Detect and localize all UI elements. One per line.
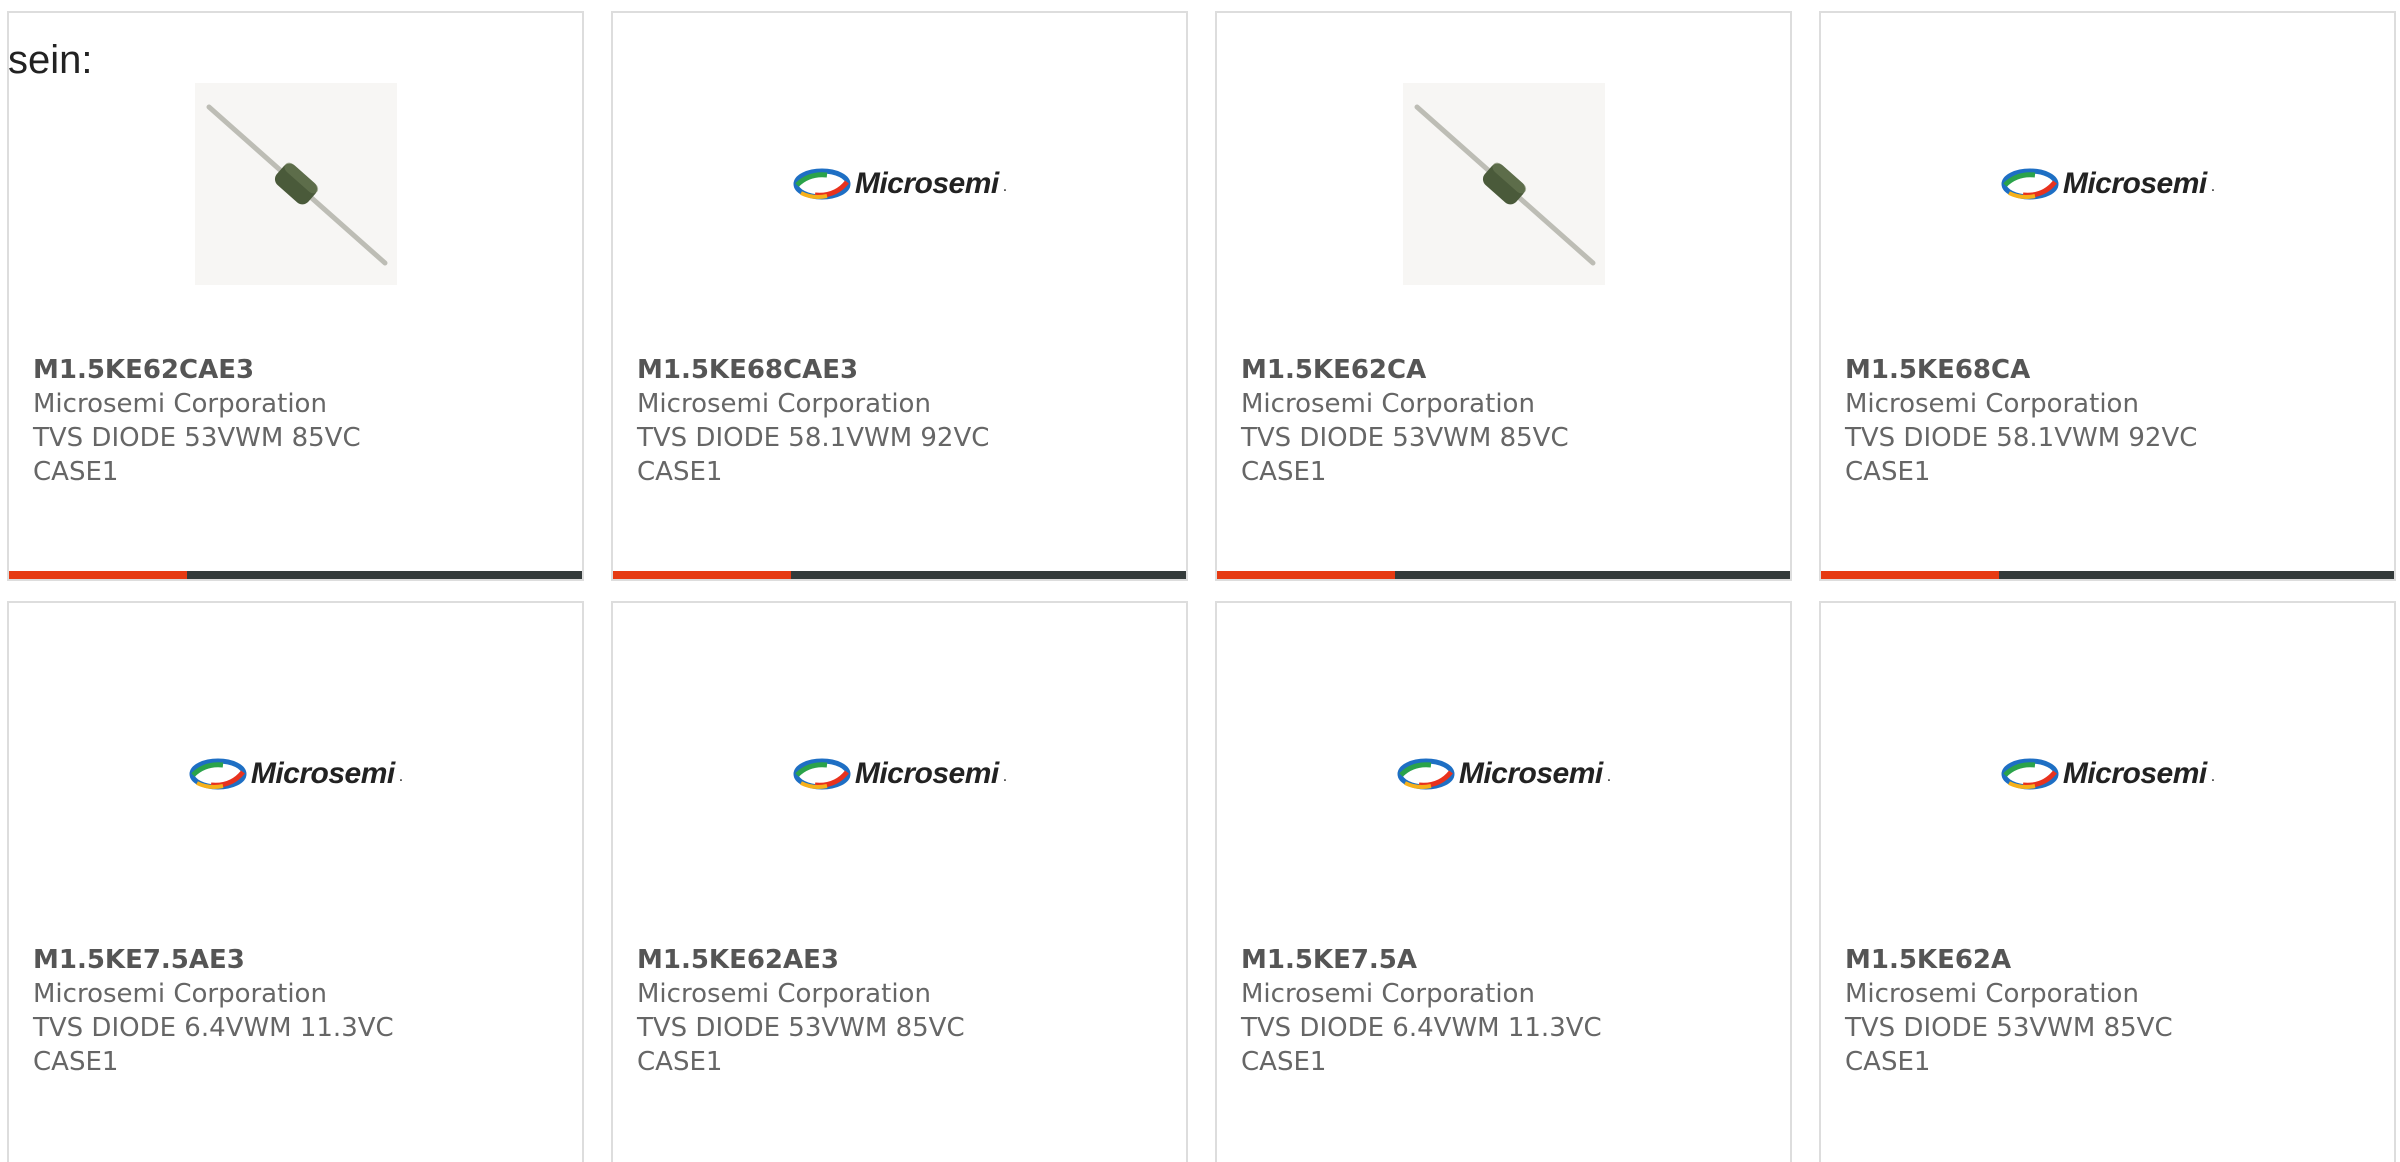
logo-text: Microsemi <box>250 757 395 790</box>
manufacturer-name: Microsemi Corporation <box>637 389 931 419</box>
microsemi-logo: Microsemi . <box>2001 757 2215 791</box>
microsemi-swirl-icon <box>1397 758 1455 790</box>
logo-text: Microsemi <box>2062 757 2207 790</box>
product-description: TVS DIODE 58.1VWM 92VC CASE1 <box>1845 423 2198 487</box>
microsemi-logo: Microsemi . <box>2001 167 2215 201</box>
diode-icon <box>1414 104 1596 266</box>
product-description: TVS DIODE 53VWM 85VC CASE1 <box>1845 1013 2173 1077</box>
manufacturer-name: Microsemi Corporation <box>1241 979 1535 1009</box>
product-description: TVS DIODE 6.4VWM 11.3VC CASE1 <box>1241 1013 1602 1077</box>
progress-bar-fill <box>1821 571 1999 579</box>
microsemi-swirl-icon <box>2001 168 2059 200</box>
product-image[interactable] <box>195 83 397 285</box>
product-info: M1.5KE7.5AE3 Microsemi Corporation TVS D… <box>33 943 453 1079</box>
progress-bar-fill <box>9 571 187 579</box>
microsemi-swirl-icon <box>793 168 851 200</box>
manufacturer-name: Microsemi Corporation <box>1241 389 1535 419</box>
manufacturer-name: Microsemi Corporation <box>33 389 327 419</box>
product-image[interactable]: Microsemi . <box>2001 83 2215 285</box>
product-card[interactable]: Microsemi . M1.5KE7.5A Microsemi Corpora… <box>1215 601 1792 1162</box>
product-image[interactable]: Microsemi . <box>2001 673 2215 875</box>
manufacturer-name: Microsemi Corporation <box>637 979 931 1009</box>
product-card[interactable]: M1.5KE62CAE3 Microsemi Corporation TVS D… <box>7 11 584 581</box>
progress-bar-fill <box>613 571 791 579</box>
diode-icon <box>206 104 388 266</box>
manufacturer-name: Microsemi Corporation <box>33 979 327 1009</box>
part-number-link[interactable]: M1.5KE7.5AE3 <box>33 943 453 977</box>
intro-text: sein: <box>8 38 93 82</box>
manufacturer-name: Microsemi Corporation <box>1845 979 2139 1009</box>
product-image[interactable] <box>1403 83 1605 285</box>
product-description: TVS DIODE 53VWM 85VC CASE1 <box>1241 423 1569 487</box>
product-description: TVS DIODE 53VWM 85VC CASE1 <box>637 1013 965 1077</box>
microsemi-logo: Microsemi . <box>1397 757 1611 791</box>
product-image[interactable]: Microsemi . <box>793 673 1007 875</box>
progress-bar <box>9 571 582 579</box>
part-number-link[interactable]: M1.5KE62CAE3 <box>33 353 453 387</box>
product-image[interactable]: Microsemi . <box>1397 673 1611 875</box>
microsemi-logo: Microsemi . <box>793 167 1007 201</box>
product-info: M1.5KE62CAE3 Microsemi Corporation TVS D… <box>33 353 453 489</box>
product-info: M1.5KE62CA Microsemi Corporation TVS DIO… <box>1241 353 1661 489</box>
product-info: M1.5KE68CA Microsemi Corporation TVS DIO… <box>1845 353 2265 489</box>
part-number-link[interactable]: M1.5KE7.5A <box>1241 943 1661 977</box>
product-info: M1.5KE62A Microsemi Corporation TVS DIOD… <box>1845 943 2265 1079</box>
product-card[interactable]: Microsemi . M1.5KE68CAE3 Microsemi Corpo… <box>611 11 1188 581</box>
progress-bar <box>1217 571 1790 579</box>
part-number-link[interactable]: M1.5KE62CA <box>1241 353 1661 387</box>
part-number-link[interactable]: M1.5KE68CAE3 <box>637 353 1057 387</box>
product-image[interactable]: Microsemi . <box>793 83 1007 285</box>
logo-text: Microsemi <box>854 167 999 200</box>
product-card[interactable]: Microsemi . M1.5KE7.5AE3 Microsemi Corpo… <box>7 601 584 1162</box>
progress-bar <box>613 571 1186 579</box>
product-description: TVS DIODE 6.4VWM 11.3VC CASE1 <box>33 1013 394 1077</box>
product-image[interactable]: Microsemi . <box>189 673 403 875</box>
part-number-link[interactable]: M1.5KE62A <box>1845 943 2265 977</box>
manufacturer-name: Microsemi Corporation <box>1845 389 2139 419</box>
microsemi-swirl-icon <box>793 758 851 790</box>
product-card[interactable]: Microsemi . M1.5KE62AE3 Microsemi Corpor… <box>611 601 1188 1162</box>
product-card[interactable]: Microsemi . M1.5KE62A Microsemi Corporat… <box>1819 601 2396 1162</box>
logo-text: Microsemi <box>1458 757 1603 790</box>
logo-text: Microsemi <box>2062 167 2207 200</box>
product-description: TVS DIODE 53VWM 85VC CASE1 <box>33 423 361 487</box>
product-grid-page: sein: M1.5KE62CAE3 Microsemi Corporation… <box>0 0 2400 1162</box>
microsemi-logo: Microsemi . <box>793 757 1007 791</box>
progress-bar-fill <box>1217 571 1395 579</box>
product-card[interactable]: M1.5KE62CA Microsemi Corporation TVS DIO… <box>1215 11 1792 581</box>
microsemi-swirl-icon <box>189 758 247 790</box>
part-number-link[interactable]: M1.5KE68CA <box>1845 353 2265 387</box>
microsemi-swirl-icon <box>2001 758 2059 790</box>
product-description: TVS DIODE 58.1VWM 92VC CASE1 <box>637 423 990 487</box>
progress-bar <box>1821 571 2394 579</box>
product-info: M1.5KE68CAE3 Microsemi Corporation TVS D… <box>637 353 1057 489</box>
product-info: M1.5KE62AE3 Microsemi Corporation TVS DI… <box>637 943 1057 1079</box>
microsemi-logo: Microsemi . <box>189 757 403 791</box>
logo-text: Microsemi <box>854 757 999 790</box>
part-number-link[interactable]: M1.5KE62AE3 <box>637 943 1057 977</box>
product-info: M1.5KE7.5A Microsemi Corporation TVS DIO… <box>1241 943 1661 1079</box>
product-card[interactable]: Microsemi . M1.5KE68CA Microsemi Corpora… <box>1819 11 2396 581</box>
